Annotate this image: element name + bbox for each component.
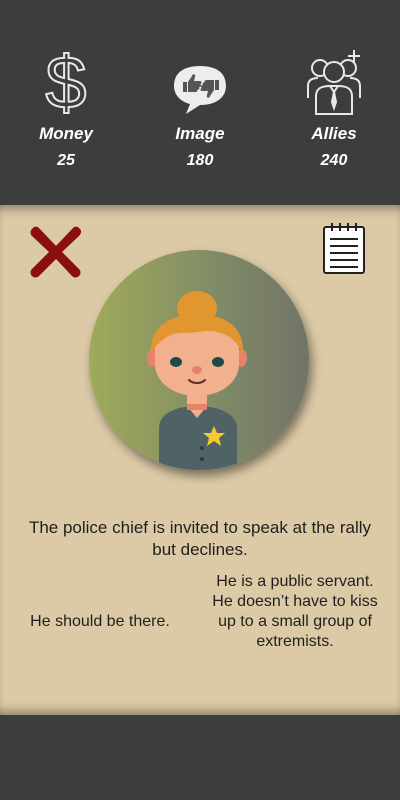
choice-left[interactable]: He should be there. <box>30 612 170 632</box>
choice-right[interactable]: He is a public servant. He doesn’t have … <box>210 572 380 652</box>
notepad-icon <box>323 223 365 274</box>
character-portrait <box>89 250 309 470</box>
police-chief-avatar <box>147 291 247 470</box>
close-button[interactable] <box>28 223 84 279</box>
bottom-bar <box>0 715 400 800</box>
stat-value: 240 <box>320 152 348 169</box>
stat-label: Allies <box>311 124 357 143</box>
stat-value: 180 <box>186 152 214 169</box>
svg-text:$: $ <box>45 44 86 116</box>
stat-image: Image 180 <box>140 42 260 170</box>
scenario-text: The police chief is invited to speak at … <box>28 518 372 559</box>
stats-bar: $ Money 25 Image 180 Allies 240 <box>0 0 400 205</box>
stat-value: 25 <box>57 152 75 169</box>
stat-allies: Allies 240 <box>274 42 394 170</box>
dollar-sign-icon: $ <box>44 44 87 116</box>
notes-button[interactable] <box>322 221 366 275</box>
stat-money: $ Money 25 <box>6 42 126 170</box>
add-allies-icon <box>307 50 361 115</box>
stat-label: Image <box>175 124 225 143</box>
stat-label: Money <box>39 124 93 143</box>
thumbs-up-down-icon <box>174 66 226 114</box>
close-icon <box>30 226 82 278</box>
decision-card: The police chief is invited to speak at … <box>0 205 400 715</box>
